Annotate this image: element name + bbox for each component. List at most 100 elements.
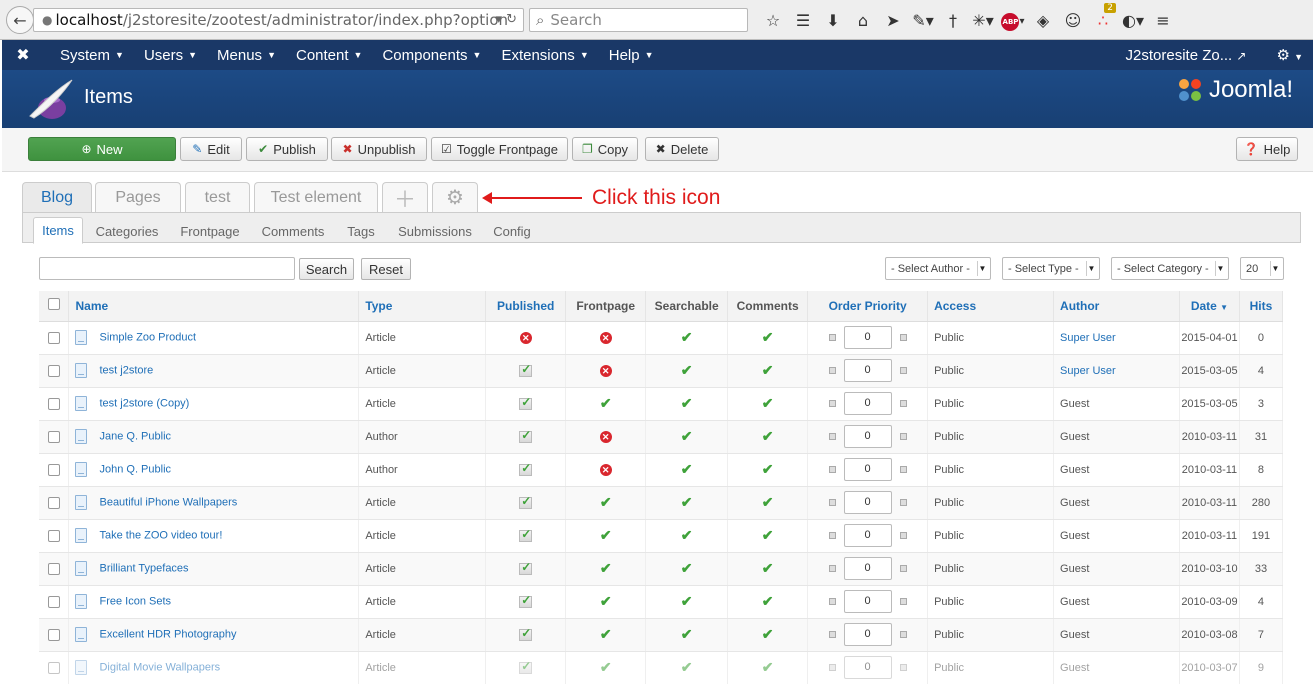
color-wheel-icon[interactable]: ◐▾ <box>1118 11 1148 30</box>
increase-priority-icon[interactable] <box>899 565 907 572</box>
order-priority-input[interactable]: 0 <box>843 524 892 547</box>
decrease-priority-icon[interactable] <box>828 334 836 341</box>
sub-tab-categories[interactable]: Categories <box>91 218 163 244</box>
decrease-priority-icon[interactable] <box>828 400 836 407</box>
menu-components[interactable]: Components ▼ <box>382 47 481 64</box>
frontpage-check-icon[interactable]: ✔ <box>600 395 612 411</box>
select-author[interactable]: - Select Author - ▼ <box>885 257 991 280</box>
increase-priority-icon[interactable] <box>899 433 907 440</box>
increase-priority-icon[interactable] <box>899 631 907 638</box>
comments-check-icon[interactable]: ✔ <box>762 395 774 411</box>
searchable-check-icon[interactable]: ✔ <box>681 362 693 378</box>
copy-button[interactable]: ❐ Copy <box>572 137 638 161</box>
comments-check-icon[interactable]: ✔ <box>762 494 774 510</box>
menu-menus[interactable]: Menus ▼ <box>217 47 276 64</box>
item-name-link[interactable]: Brilliant Typefaces <box>99 562 188 574</box>
decrease-priority-icon[interactable] <box>828 631 836 638</box>
back-arrow-icon[interactable]: ← <box>6 6 34 34</box>
row-checkbox[interactable] <box>39 387 70 421</box>
comments-check-icon[interactable]: ✔ <box>762 362 774 378</box>
row-checkbox[interactable] <box>39 321 70 355</box>
order-priority-input[interactable]: 0 <box>843 392 892 415</box>
searchable-check-icon[interactable]: ✔ <box>681 395 693 411</box>
decrease-priority-icon[interactable] <box>828 433 836 440</box>
increase-priority-icon[interactable] <box>899 532 907 539</box>
column-type[interactable]: Type <box>358 291 487 322</box>
searchable-check-icon[interactable]: ✔ <box>681 329 693 345</box>
increase-priority-icon[interactable] <box>899 400 907 407</box>
sub-tab-comments[interactable]: Comments <box>259 218 327 244</box>
column-author[interactable]: Author <box>1053 291 1180 322</box>
comments-check-icon[interactable]: ✔ <box>762 461 774 477</box>
frontpage-check-icon[interactable]: ✔ <box>600 659 612 675</box>
eyedropper-icon[interactable]: ✎▾ <box>908 11 938 30</box>
order-priority-input[interactable]: 0 <box>843 656 892 679</box>
help-button[interactable]: ❓ Help <box>1236 137 1298 161</box>
row-checkbox[interactable] <box>39 354 70 388</box>
sub-tab-frontpage[interactable]: Frontpage <box>174 218 246 244</box>
decrease-priority-icon[interactable] <box>828 532 836 539</box>
frontpage-check-icon[interactable]: ✔ <box>600 527 612 543</box>
home-icon[interactable]: ⌂ <box>848 11 878 30</box>
decrease-priority-icon[interactable] <box>828 598 836 605</box>
comments-check-icon[interactable]: ✔ <box>762 428 774 444</box>
column-date[interactable]: Date ▼ <box>1179 291 1240 322</box>
decrease-priority-icon[interactable] <box>828 664 836 671</box>
comments-check-icon[interactable]: ✔ <box>762 593 774 609</box>
menu-content[interactable]: Content ▼ <box>296 47 362 64</box>
searchable-check-icon[interactable]: ✔ <box>681 461 693 477</box>
comments-check-icon[interactable]: ✔ <box>762 527 774 543</box>
select-all-checkbox[interactable] <box>39 291 70 322</box>
comments-check-icon[interactable]: ✔ <box>762 560 774 576</box>
column-order-priority[interactable]: Order Priority <box>807 291 929 322</box>
comments-check-icon[interactable]: ✔ <box>762 626 774 642</box>
published-icon[interactable] <box>519 560 533 575</box>
adblock-icon[interactable]: ABP▾ <box>998 9 1028 31</box>
reset-button[interactable]: Reset <box>361 258 411 280</box>
item-author[interactable]: Super User <box>1053 354 1180 388</box>
browser-search-field[interactable]: ⌕ Search <box>529 8 748 32</box>
comments-check-icon[interactable]: ✔ <box>762 659 774 675</box>
item-name-link[interactable]: Excellent HDR Photography <box>99 628 236 640</box>
searchable-check-icon[interactable]: ✔ <box>681 560 693 576</box>
item-name-link[interactable]: test j2store <box>99 364 153 376</box>
sub-tab-config[interactable]: Config <box>489 218 535 244</box>
decrease-priority-icon[interactable] <box>828 466 836 473</box>
menu-extensions[interactable]: Extensions ▼ <box>501 47 588 64</box>
joomla-small-logo-icon[interactable]: ✖ <box>6 45 40 65</box>
order-priority-input[interactable]: 0 <box>843 425 892 448</box>
published-icon[interactable] <box>519 428 533 443</box>
frontpage-check-icon[interactable]: ✔ <box>600 626 612 642</box>
frontpage-check-icon[interactable]: ✔ <box>600 593 612 609</box>
order-priority-input[interactable]: 0 <box>843 557 892 580</box>
bug-icon[interactable]: ✳▾ <box>968 11 998 30</box>
published-icon[interactable] <box>519 593 533 608</box>
published-icon[interactable] <box>519 461 533 476</box>
row-checkbox[interactable] <box>39 453 70 487</box>
comments-check-icon[interactable]: ✔ <box>762 329 774 345</box>
published-icon[interactable] <box>519 626 533 641</box>
reading-list-icon[interactable]: ☰ <box>788 11 818 30</box>
searchable-check-icon[interactable]: ✔ <box>681 494 693 510</box>
item-name-link[interactable]: Beautiful iPhone Wallpapers <box>99 496 237 508</box>
order-priority-input[interactable]: 0 <box>843 590 892 613</box>
settings-gear-icon[interactable]: ⚙ ▼ <box>1276 46 1303 64</box>
increase-priority-icon[interactable] <box>899 334 907 341</box>
chat-icon[interactable]: ☺ <box>1058 11 1088 30</box>
menu-help[interactable]: Help ▼ <box>609 47 654 64</box>
searchable-check-icon[interactable]: ✔ <box>681 626 693 642</box>
row-checkbox[interactable] <box>39 486 70 520</box>
toggle-frontpage-button[interactable]: ☑ Toggle Frontpage <box>431 137 568 161</box>
app-tab-test[interactable]: test <box>185 182 250 212</box>
extension-dots-icon[interactable]: ∴ 2 <box>1088 2 1118 30</box>
search-button[interactable]: Search <box>299 258 354 280</box>
frontpage-check-icon[interactable]: ✔ <box>600 494 612 510</box>
pin-icon[interactable]: † <box>938 11 968 30</box>
send-icon[interactable]: ➤ <box>878 11 908 30</box>
searchable-check-icon[interactable]: ✔ <box>681 659 693 675</box>
site-link[interactable]: J2storesite Zo... ↗ <box>1126 47 1247 64</box>
decrease-priority-icon[interactable] <box>828 367 836 374</box>
bookmark-star-icon[interactable]: ☆ <box>758 11 788 30</box>
reload-icon[interactable]: ▾ ↻ <box>495 12 517 27</box>
tag-icon[interactable]: ◈ <box>1028 11 1058 30</box>
